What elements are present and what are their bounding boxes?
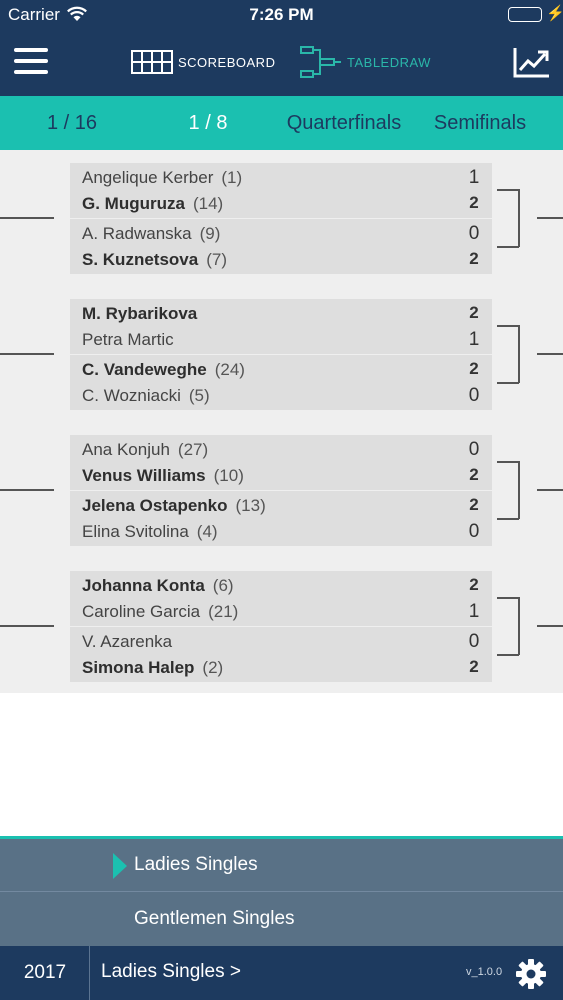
player-name: A. Radwanska (9) [82, 224, 221, 243]
player-score: 2 [469, 359, 479, 378]
match-card[interactable]: Angelique Kerber (1) 1 G. Muguruza (14) 2 … [70, 163, 492, 274]
player-seed: (6) [212, 576, 234, 595]
bracket-icon [300, 46, 341, 78]
player-score: 1 [468, 167, 480, 188]
tab-scoreboard-label: SCOREBOARD [178, 54, 276, 70]
player-score: 2 [469, 465, 479, 484]
tab-scoreboard[interactable]: SCOREBOARD [131, 48, 275, 76]
status-bar: Carrier 7:26 PM ⚡ [0, 0, 563, 30]
selected-arrow-icon [113, 853, 127, 879]
tab-round-1-8[interactable]: 1 / 8 [158, 96, 258, 150]
player-score: 0 [468, 439, 480, 460]
player-name: Elina Svitolina (4) [82, 522, 218, 541]
event-ladies-singles[interactable]: Ladies Singles [0, 839, 563, 892]
match-pair: C. Vandeweghe (24) 2 C. Wozniacki (5) 0 [70, 355, 492, 410]
match-pair: Angelique Kerber (1) 1 G. Muguruza (14) 2 [70, 163, 492, 218]
player-name: C. Vandeweghe (24) [82, 360, 245, 379]
tab-tabledraw-label: TABLEDRAW [347, 54, 431, 70]
player-score: 2 [469, 249, 479, 268]
player-name: Caroline Garcia (21) [82, 602, 239, 621]
battery-icon [508, 7, 542, 22]
top-bar: Carrier 7:26 PM ⚡ SCOREBOARD TABLEDRAW [0, 0, 563, 96]
scoreboard-icon [131, 50, 173, 74]
event-gentlemen-singles[interactable]: Gentlemen Singles [0, 893, 563, 946]
main-nav: SCOREBOARD TABLEDRAW [0, 30, 563, 96]
player-seed: (10) [213, 466, 244, 485]
player-score: 0 [468, 223, 480, 244]
match-pair: Johanna Konta (6) 2 Caroline Garcia (21) 1 [70, 571, 492, 626]
clock: 7:26 PM [249, 5, 314, 24]
player-score: 2 [469, 303, 479, 322]
player-score: 1 [468, 601, 480, 622]
player-name: S. Kuznetsova (7) [82, 250, 227, 269]
match-card[interactable]: Johanna Konta (6) 2 Caroline Garcia (21) 1… [70, 571, 492, 682]
event-label: Ladies Singles [134, 854, 258, 875]
player-name: Petra Martic [82, 330, 174, 349]
player-score: 2 [469, 495, 479, 514]
stats-chart-icon[interactable] [513, 46, 551, 78]
player-name: Angelique Kerber (1) [82, 168, 243, 187]
player-seed: (24) [214, 360, 245, 379]
player-score: 0 [468, 385, 480, 406]
player-seed: (5) [188, 386, 210, 405]
player-seed: (27) [177, 440, 209, 459]
player-name: Jelena Ostapenko (13) [82, 496, 266, 515]
tab-round-1-16[interactable]: 1 / 16 [22, 96, 122, 150]
player-name: C. Wozniacki (5) [82, 386, 210, 405]
round-tabs: 1 / 16 1 / 8 Quarterfinals Semifinals [0, 96, 563, 150]
match-card[interactable]: Ana Konjuh (27) 0 Venus Williams (10) 2 Je… [70, 435, 492, 546]
player-score: 2 [469, 657, 479, 676]
match-card[interactable]: M. Rybarikova 2 Petra Martic 1 C. Vandew… [70, 299, 492, 410]
player-name: G. Muguruza (14) [82, 194, 224, 213]
match-pair: V. Azarenka 0 Simona Halep (2) 2 [70, 627, 492, 682]
player-name: Venus Williams (10) [82, 466, 244, 485]
player-seed: (21) [208, 602, 239, 621]
tab-semifinals[interactable]: Semifinals [420, 96, 540, 150]
footer-bar: 2017 Ladies Singles > v_1.0.0 [0, 946, 563, 1000]
player-seed: (13) [235, 496, 266, 515]
player-name: Ana Konjuh (27) [82, 440, 209, 459]
match-pair: A. Radwanska (9) 0 S. Kuznetsova (7) 2 [70, 219, 492, 274]
player-seed: (4) [196, 522, 218, 541]
gear-icon[interactable] [515, 958, 547, 990]
player-seed: (2) [202, 658, 224, 677]
player-seed: (14) [192, 194, 224, 213]
player-seed: (1) [221, 168, 243, 187]
version-label: v_1.0.0 [466, 966, 503, 978]
player-name: Simona Halep (2) [82, 658, 224, 677]
player-name: M. Rybarikova [82, 304, 198, 323]
event-selector[interactable]: Ladies Singles > [101, 961, 241, 983]
player-score: 2 [469, 575, 479, 594]
charging-icon: ⚡ [546, 5, 563, 22]
player-name: V. Azarenka [82, 632, 173, 651]
tab-quarterfinals[interactable]: Quarterfinals [276, 96, 412, 150]
draw-bracket: Angelique Kerber (1) 1 G. Muguruza (14) 2 … [0, 150, 563, 693]
match-pair: M. Rybarikova 2 Petra Martic 1 [70, 299, 492, 354]
tab-tabledraw[interactable]: TABLEDRAW [300, 46, 431, 78]
player-name: Johanna Konta (6) [82, 576, 234, 595]
event-picker: Ladies Singles Gentlemen Singles [0, 836, 563, 946]
event-label: Gentlemen Singles [134, 908, 295, 929]
match-pair: Jelena Ostapenko (13) 2 Elina Svitolina (4… [70, 491, 492, 546]
match-pair: Ana Konjuh (27) 0 Venus Williams (10) 2 [70, 435, 492, 490]
player-seed: (9) [199, 224, 221, 243]
player-seed: (7) [206, 250, 227, 269]
player-score: 0 [468, 631, 480, 652]
player-score: 2 [469, 193, 479, 212]
menu-icon[interactable] [14, 48, 48, 76]
player-score: 0 [468, 521, 480, 542]
player-score: 1 [468, 329, 480, 350]
year-selector[interactable]: 2017 [0, 946, 90, 1000]
footer-divider [89, 946, 90, 1000]
